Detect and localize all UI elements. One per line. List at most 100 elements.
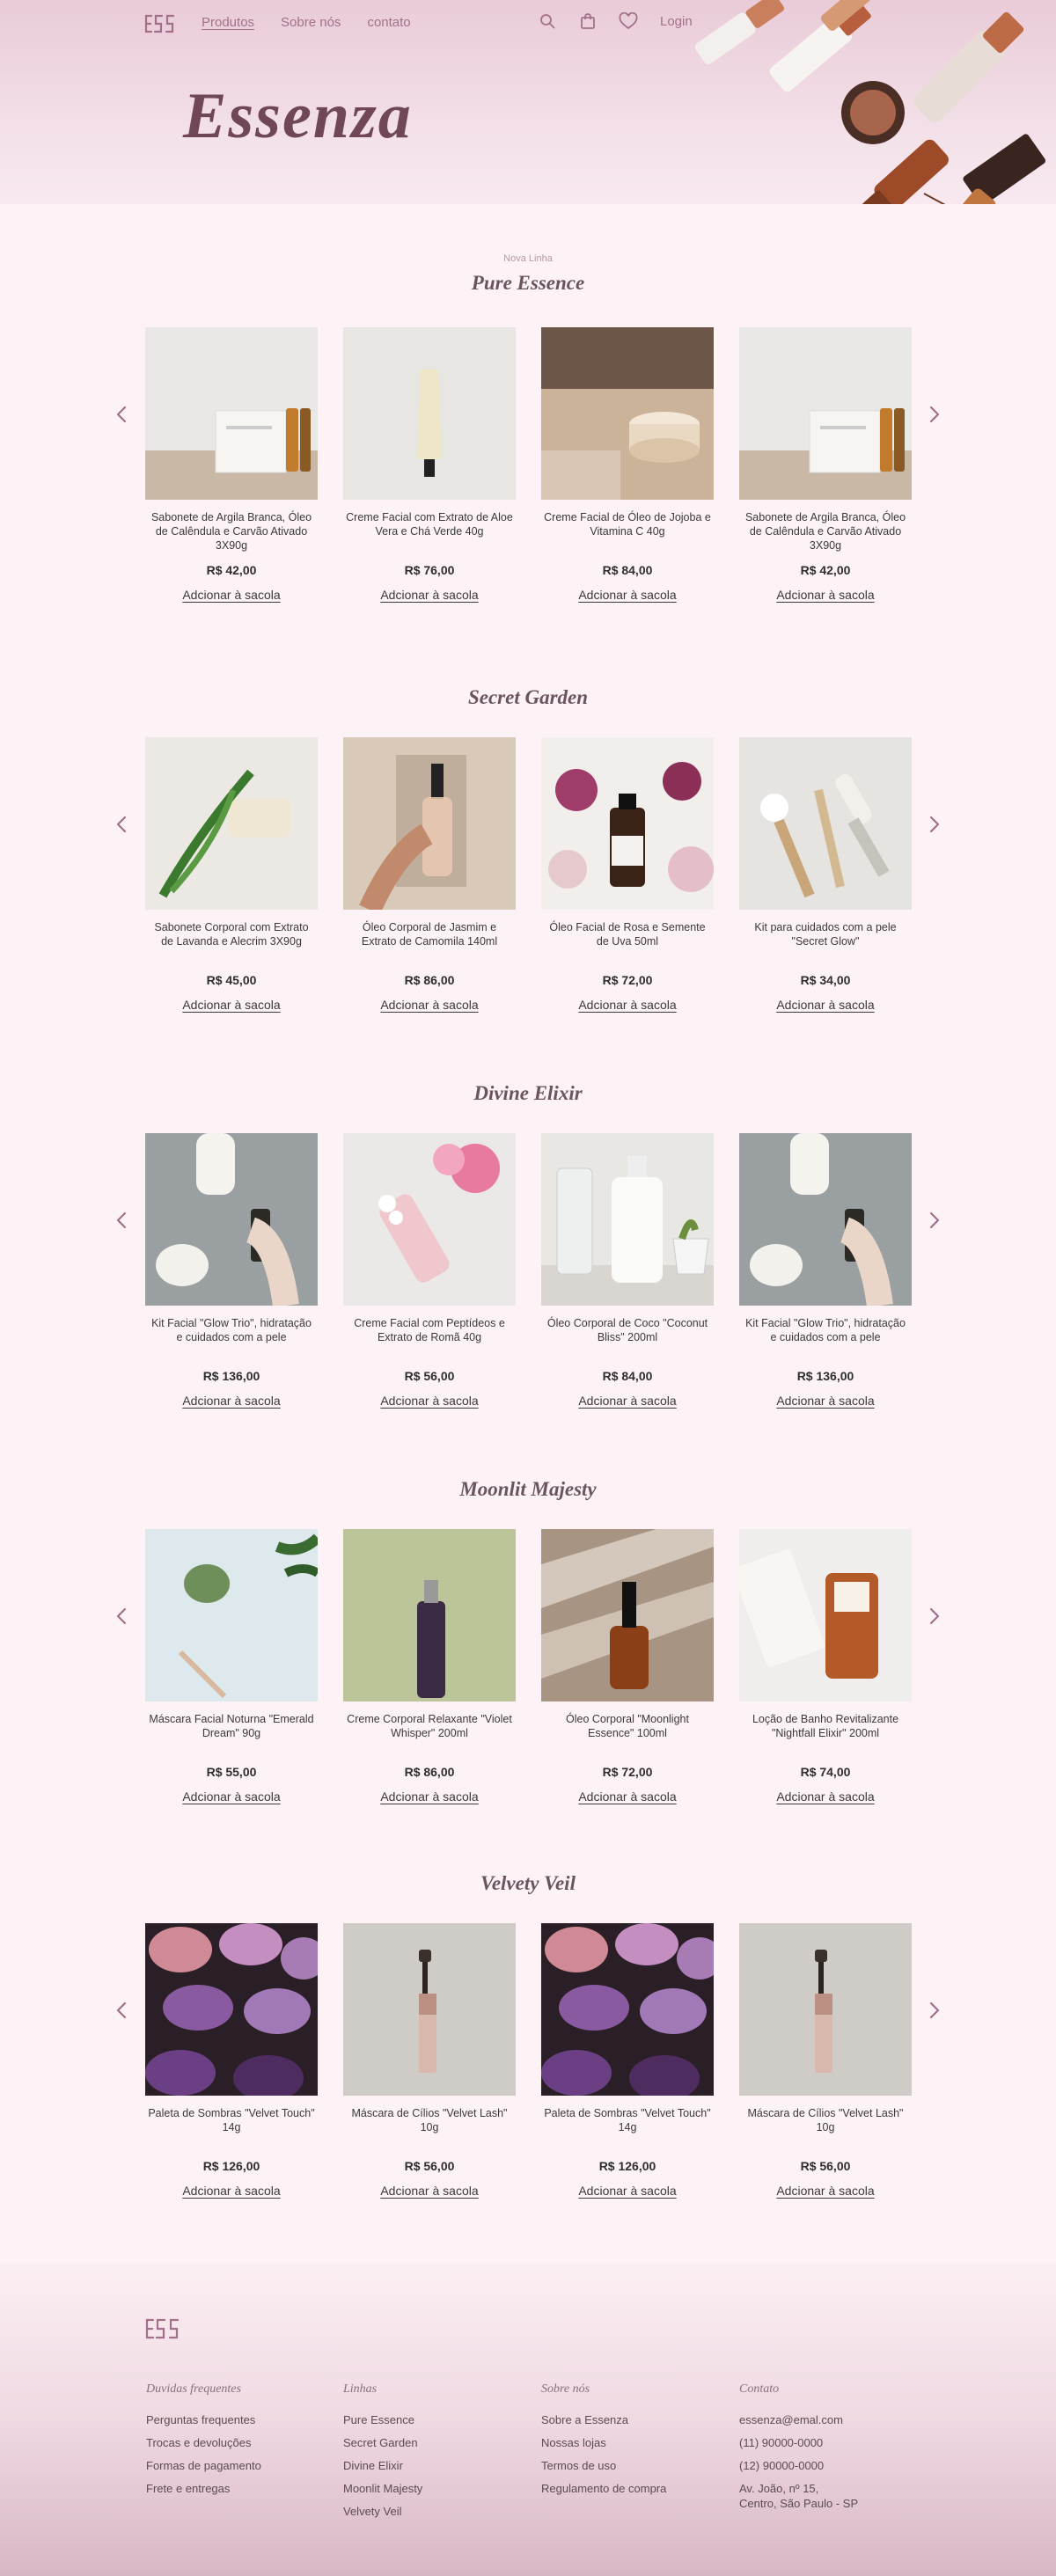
product-image[interactable] — [541, 1529, 714, 1701]
product-name: Óleo Corporal de Coco "Coconut Bliss" 20… — [546, 1317, 708, 1343]
add-to-bag-button[interactable]: Adcionar à sacola — [380, 1789, 478, 1804]
product-price: R$ 72,00 — [602, 1765, 653, 1779]
product-card[interactable]: Sabonete Corporal com Extrato de Lavanda… — [145, 737, 318, 1014]
add-to-bag-button[interactable]: Adcionar à sacola — [380, 2184, 478, 2198]
add-to-bag-button[interactable]: Adcionar à sacola — [182, 1789, 280, 1804]
product-image[interactable] — [343, 1133, 516, 1306]
product-card[interactable]: Creme Corporal Relaxante "Violet Whisper… — [343, 1529, 516, 1805]
add-to-bag-button[interactable]: Adcionar à sacola — [578, 588, 676, 602]
chevron-left-icon[interactable] — [112, 401, 131, 428]
product-image[interactable] — [343, 327, 516, 500]
chevron-right-icon[interactable] — [925, 401, 944, 428]
add-to-bag-button[interactable]: Adcionar à sacola — [182, 1394, 280, 1408]
chevron-left-icon[interactable] — [112, 1603, 131, 1629]
add-to-bag-button[interactable]: Adcionar à sacola — [776, 1394, 874, 1408]
product-card[interactable]: Loção de Banho Revitalizante "Nightfall … — [739, 1529, 912, 1805]
footer-link[interactable]: Secret Garden — [343, 2432, 528, 2455]
bag-icon[interactable] — [577, 11, 598, 32]
heart-icon[interactable] — [618, 11, 639, 32]
product-card[interactable]: Creme Facial com Peptídeos e Extrato de … — [343, 1133, 516, 1409]
product-name: Creme Facial com Extrato de Aloe Vera e … — [346, 511, 513, 538]
product-image[interactable] — [145, 1133, 318, 1306]
product-image[interactable] — [739, 737, 912, 910]
product-price: R$ 42,00 — [800, 563, 851, 577]
product-card[interactable]: Creme Facial de Óleo de Jojoba e Vitamin… — [541, 327, 714, 604]
footer-logo-icon[interactable] — [144, 2314, 181, 2344]
product-card[interactable]: Óleo Corporal "Moonlight Essence" 100ml … — [541, 1529, 714, 1805]
add-to-bag-button[interactable]: Adcionar à sacola — [578, 998, 676, 1012]
footer-phone[interactable]: (11) 90000-0000 — [739, 2432, 924, 2455]
footer-link[interactable]: Formas de pagamento — [146, 2455, 331, 2477]
product-card[interactable]: Óleo Corporal de Coco "Coconut Bliss" 20… — [541, 1133, 714, 1409]
product-card[interactable]: Óleo Facial de Rosa e Semente de Uva 50m… — [541, 737, 714, 1014]
chevron-left-icon[interactable] — [112, 1997, 131, 2023]
product-image[interactable] — [343, 737, 516, 910]
product-card[interactable]: Máscara de Cílios "Velvet Lash" 10g R$ 5… — [739, 1923, 912, 2199]
footer-link[interactable]: Trocas e devoluções — [146, 2432, 331, 2455]
chevron-right-icon[interactable] — [925, 1603, 944, 1629]
footer-link[interactable]: Pure Essence — [343, 2409, 528, 2432]
add-to-bag-button[interactable]: Adcionar à sacola — [578, 2184, 676, 2198]
product-image[interactable] — [145, 327, 318, 500]
add-to-bag-button[interactable]: Adcionar à sacola — [182, 588, 280, 602]
product-image[interactable] — [739, 1529, 912, 1701]
add-to-bag-button[interactable]: Adcionar à sacola — [182, 998, 280, 1012]
product-image[interactable] — [541, 327, 714, 500]
add-to-bag-button[interactable]: Adcionar à sacola — [578, 1394, 676, 1408]
product-image[interactable] — [343, 1923, 516, 2096]
footer-link[interactable]: Nossas lojas — [541, 2432, 726, 2455]
add-to-bag-button[interactable]: Adcionar à sacola — [776, 588, 874, 602]
add-to-bag-button[interactable]: Adcionar à sacola — [776, 1789, 874, 1804]
logo-icon[interactable] — [143, 11, 177, 37]
product-image[interactable] — [541, 1133, 714, 1306]
product-card[interactable]: Óleo Corporal de Jasmim e Extrato de Cam… — [343, 737, 516, 1014]
nav-link-produtos[interactable]: Produtos — [202, 15, 254, 30]
add-to-bag-button[interactable]: Adcionar à sacola — [578, 1789, 676, 1804]
nav-link-sobre[interactable]: Sobre nós — [281, 15, 341, 30]
chevron-right-icon[interactable] — [925, 811, 944, 838]
chevron-right-icon[interactable] — [925, 1997, 944, 2023]
nav-link-contato[interactable]: contato — [367, 15, 410, 30]
product-image[interactable] — [739, 327, 912, 500]
add-to-bag-button[interactable]: Adcionar à sacola — [380, 998, 478, 1012]
footer-link[interactable]: Sobre a Essenza — [541, 2409, 726, 2432]
search-icon[interactable] — [537, 11, 558, 32]
product-image[interactable] — [145, 1923, 318, 2096]
product-card[interactable]: Sabonete de Argila Branca, Óleo de Calên… — [739, 327, 912, 604]
footer-link[interactable]: Perguntas frequentes — [146, 2409, 331, 2432]
footer-link[interactable]: Divine Elixir — [343, 2455, 528, 2477]
product-image[interactable] — [145, 737, 318, 910]
add-to-bag-button[interactable]: Adcionar à sacola — [776, 2184, 874, 2198]
footer-email[interactable]: essenza@emal.com — [739, 2409, 924, 2432]
chevron-left-icon[interactable] — [112, 1207, 131, 1233]
add-to-bag-button[interactable]: Adcionar à sacola — [380, 588, 478, 602]
product-image[interactable] — [343, 1529, 516, 1701]
add-to-bag-button[interactable]: Adcionar à sacola — [182, 2184, 280, 2198]
footer-link[interactable]: Termos de uso — [541, 2455, 726, 2477]
product-card[interactable]: Creme Facial com Extrato de Aloe Vera e … — [343, 327, 516, 604]
product-card[interactable]: Máscara de Cílios "Velvet Lash" 10g R$ 5… — [343, 1923, 516, 2199]
add-to-bag-button[interactable]: Adcionar à sacola — [776, 998, 874, 1012]
footer-link[interactable]: Regulamento de compra — [541, 2477, 726, 2500]
product-image[interactable] — [541, 1923, 714, 2096]
footer-link[interactable]: Velvety Veil — [343, 2500, 528, 2523]
product-card[interactable]: Kit para cuidados com a pele "Secret Glo… — [739, 737, 912, 1014]
product-card[interactable]: Máscara Facial Noturna "Emerald Dream" 9… — [145, 1529, 318, 1805]
product-card[interactable]: Kit Facial "Glow Trio", hidratação e cui… — [739, 1133, 912, 1409]
product-name: Máscara de Cílios "Velvet Lash" 10g — [747, 2107, 904, 2133]
product-image[interactable] — [145, 1529, 318, 1701]
product-card[interactable]: Sabonete de Argila Branca, Óleo de Calên… — [145, 327, 318, 604]
product-image[interactable] — [541, 737, 714, 910]
product-image[interactable] — [739, 1923, 912, 2096]
footer-phone[interactable]: (12) 90000-0000 — [739, 2455, 924, 2477]
chevron-left-icon[interactable] — [112, 811, 131, 838]
footer-link[interactable]: Moonlit Majesty — [343, 2477, 528, 2500]
product-card[interactable]: Paleta de Sombras "Velvet Touch" 14g R$ … — [145, 1923, 318, 2199]
product-card[interactable]: Paleta de Sombras "Velvet Touch" 14g R$ … — [541, 1923, 714, 2199]
product-section: Divine Elixir Kit Facial "Glow Trio", hi… — [0, 1082, 1056, 1452]
product-card[interactable]: Kit Facial "Glow Trio", hidratação e cui… — [145, 1133, 318, 1409]
add-to-bag-button[interactable]: Adcionar à sacola — [380, 1394, 478, 1408]
product-image[interactable] — [739, 1133, 912, 1306]
chevron-right-icon[interactable] — [925, 1207, 944, 1233]
footer-link[interactable]: Frete e entregas — [146, 2477, 331, 2500]
